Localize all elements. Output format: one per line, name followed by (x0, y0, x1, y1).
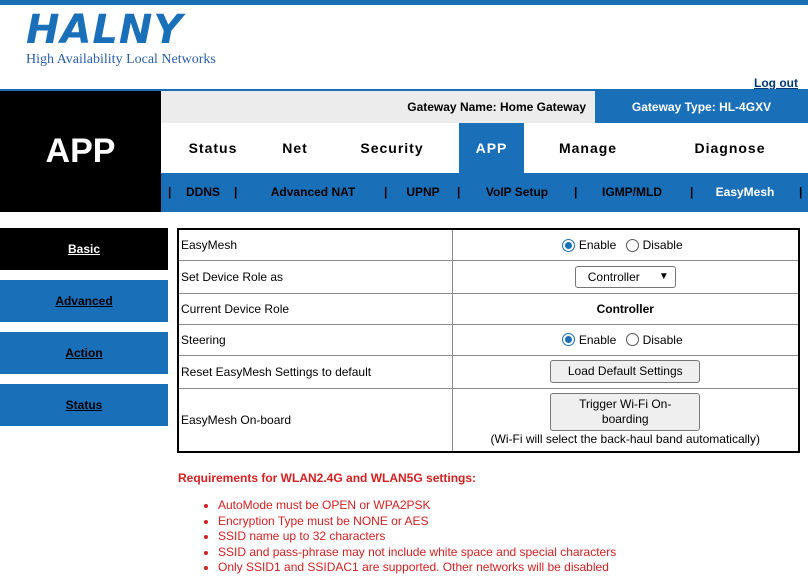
easymesh-label: EasyMesh (177, 228, 453, 261)
subnav-separator: | (384, 185, 388, 199)
router-admin-page: HALNY High Availability Local Networks L… (0, 0, 808, 578)
subnav-item-ddns[interactable]: DDNS (175, 173, 231, 212)
easymesh-enable-radio[interactable] (561, 238, 575, 252)
list-item: Only SSID1 and SSIDAC1 are supported. Ot… (218, 560, 616, 576)
row-steering: Steering Enable Disable (177, 323, 800, 356)
subnav-item-voip-setup[interactable]: VoIP Setup (471, 173, 563, 212)
steering-enable-label: Enable (578, 332, 617, 347)
requirements-list: AutoMode must be OPEN or WPA2PSK Encrypt… (206, 498, 616, 576)
chevron-down-icon: ▼ (658, 271, 669, 282)
sidebar-item-action[interactable]: Action (0, 332, 168, 374)
logo-tagline: High Availability Local Networks (26, 52, 216, 67)
easymesh-disable-radio[interactable] (625, 238, 639, 252)
subnav-separator: | (234, 185, 238, 199)
gateway-type: Gateway Type: HL-4GXV (595, 91, 808, 123)
easymesh-settings-table: EasyMesh Enable Disable Set Device Role … (177, 228, 800, 453)
steering-enable-radio[interactable] (561, 333, 575, 347)
list-item: AutoMode must be OPEN or WPA2PSK (218, 498, 616, 514)
subnav-separator: | (168, 185, 172, 199)
sidebar-item-basic[interactable]: Basic (0, 228, 168, 270)
current-role-label: Current Device Role (177, 292, 453, 325)
requirements-title: Requirements for WLAN2.4G and WLAN5G set… (178, 471, 477, 485)
subnav-separator: | (457, 185, 461, 199)
device-role-select[interactable]: Controller ▼ (574, 265, 676, 288)
gateway-info-bar: Gateway Name: Home Gateway Gateway Type:… (161, 91, 808, 123)
subnav-item-upnp[interactable]: UPNP (395, 173, 451, 212)
logout-link[interactable]: Log out (754, 76, 798, 90)
list-item: SSID and pass-phrase may not include whi… (218, 545, 616, 561)
trigger-wifi-onboarding-button[interactable]: Trigger Wi-Fi On-boarding (550, 393, 701, 432)
steering-label: Steering (177, 323, 453, 356)
easymesh-enable-label: Enable (578, 238, 617, 253)
subnav-item-igmp-mld[interactable]: IGMP/MLD (587, 173, 677, 212)
list-item: Encryption Type must be NONE or AES (218, 514, 616, 530)
onboard-label: EasyMesh On-board (177, 387, 453, 453)
subnav-item-advanced-nat[interactable]: Advanced NAT (245, 173, 381, 212)
onboard-note: (Wi-Fi will select the back-haul band au… (490, 432, 760, 447)
subnav-separator: | (799, 185, 803, 199)
subnav-separator: | (574, 185, 578, 199)
tab-app[interactable]: APP (459, 123, 524, 173)
subnav-item-easymesh[interactable]: EasyMesh (701, 173, 789, 212)
sidebar-item-advanced[interactable]: Advanced (0, 280, 168, 322)
tab-diagnose[interactable]: Diagnose (652, 123, 808, 173)
load-default-settings-button[interactable]: Load Default Settings (550, 360, 701, 383)
subnav-separator: | (690, 185, 694, 199)
gateway-name: Gateway Name: Home Gateway (407, 100, 586, 114)
tab-security[interactable]: Security (325, 123, 459, 173)
logo-wordmark: HALNY (26, 7, 184, 53)
tab-net[interactable]: Net (265, 123, 325, 173)
device-role-value: Controller (587, 269, 640, 284)
section-title: APP (0, 91, 161, 212)
list-item: SSID name up to 32 characters (218, 529, 616, 545)
brand-logo: HALNY High Availability Local Networks (26, 8, 216, 68)
row-device-role: Set Device Role as Controller ▼ (177, 259, 800, 294)
main-tabs: Status Net Security APP Manage Diagnose (161, 123, 808, 173)
row-onboard: EasyMesh On-board Trigger Wi-Fi On-board… (177, 387, 800, 453)
tab-status[interactable]: Status (161, 123, 265, 173)
sidebar-item-status[interactable]: Status (0, 384, 168, 426)
steering-disable-radio[interactable] (625, 333, 639, 347)
sub-navigation: | DDNS | Advanced NAT | UPNP | VoIP Setu… (161, 173, 808, 212)
reset-label: Reset EasyMesh Settings to default (177, 354, 453, 389)
top-accent-bar (0, 0, 808, 5)
row-current-role: Current Device Role Controller (177, 292, 800, 325)
current-role-value: Controller (451, 292, 800, 325)
row-reset: Reset EasyMesh Settings to default Load … (177, 354, 800, 389)
tab-manage[interactable]: Manage (524, 123, 652, 173)
steering-disable-label: Disable (642, 332, 683, 347)
device-role-label: Set Device Role as (177, 259, 453, 294)
row-easymesh: EasyMesh Enable Disable (177, 228, 800, 261)
easymesh-disable-label: Disable (642, 238, 683, 253)
